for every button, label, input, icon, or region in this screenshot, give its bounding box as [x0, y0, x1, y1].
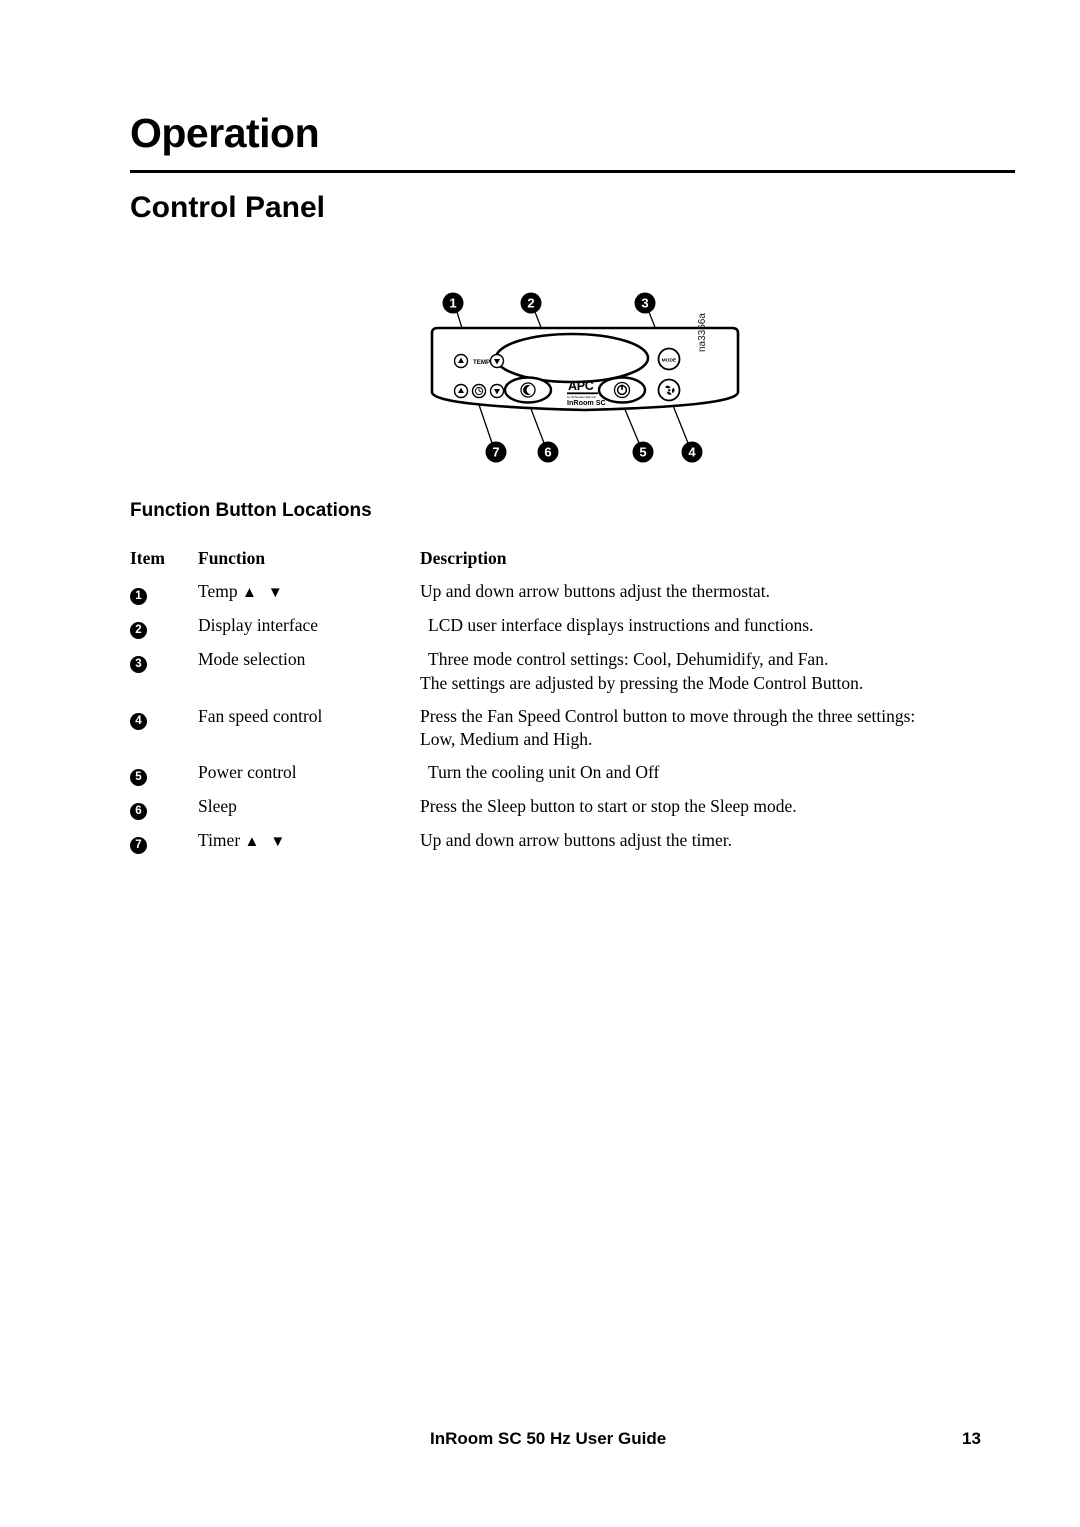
- table-cell-item: 5: [130, 761, 198, 795]
- table-row: 6 Sleep Press the Sleep button to start or…: [130, 795, 1010, 829]
- sleep-button: [503, 376, 553, 404]
- page-title: Operation: [130, 110, 320, 156]
- item-number-badge: 7: [130, 837, 147, 855]
- mode-selection-button: MODE: [657, 347, 681, 371]
- table-cell-function: Display interface: [198, 614, 420, 648]
- heading-divider: [130, 170, 1015, 173]
- arrow-up-icon: ▲: [241, 585, 257, 601]
- callout-7: 7: [485, 441, 507, 463]
- table-header-row: Item Function Description: [130, 548, 1010, 580]
- callout-5: 5: [632, 441, 654, 463]
- table-cell-function: Power control: [198, 761, 420, 795]
- table-cell-description: Three mode control settings: Cool, Dehum…: [420, 648, 1010, 705]
- apc-logo-text: APC: [568, 379, 594, 393]
- function-button-table: Item Function Description 1 Temp ▲ ▼ Up and…: [130, 548, 1010, 863]
- function-label: Display interface: [198, 615, 319, 635]
- product-name-text: InRoom SC: [567, 398, 606, 407]
- arrow-down-icon: ▼: [270, 834, 286, 851]
- callout-4: 4: [681, 441, 703, 463]
- function-label: Mode selection: [198, 649, 306, 669]
- svg-text:1: 1: [449, 295, 456, 310]
- table-cell-description: LCD user interface displays instructions…: [420, 614, 1010, 648]
- item-number-badge: 1: [130, 588, 147, 605]
- table-cell-description: Press the Fan Speed Control button to mo…: [420, 705, 1010, 762]
- table-cell-item: 4: [130, 705, 198, 762]
- description-line: Press the Fan Speed Control button to mo…: [420, 705, 916, 726]
- arrow-down-icon: ▼: [267, 585, 283, 601]
- arrow-pair: ▲ ▼: [238, 581, 283, 601]
- svg-text:3: 3: [641, 295, 648, 310]
- arrow-up-icon: ▲: [244, 834, 260, 851]
- description-line: LCD user interface displays instructions…: [428, 615, 814, 635]
- function-label: Power control: [198, 762, 297, 783]
- column-header-item: Item: [130, 548, 165, 568]
- item-number-badge: 2: [130, 622, 147, 639]
- callout-1: 1: [442, 292, 464, 314]
- column-header-function: Function: [198, 548, 266, 568]
- display-interface: [494, 332, 650, 384]
- description-line: Up and down arrow buttons adjust the tim…: [420, 830, 733, 851]
- function-label: Fan speed control: [198, 705, 323, 726]
- description-line: Up and down arrow buttons adjust the the…: [420, 581, 770, 601]
- svg-text:4: 4: [688, 444, 696, 459]
- figure-reference-code: na3366a: [697, 313, 708, 352]
- svg-text:6: 6: [544, 444, 551, 459]
- table-row: 3 Mode selection Three mode control settin…: [130, 648, 1010, 705]
- column-header-description: Description: [420, 548, 507, 568]
- table-cell-item: 1: [130, 580, 198, 614]
- description-line: The settings are adjusted by pressing th…: [420, 672, 864, 693]
- item-number-badge: 3: [130, 656, 147, 673]
- power-control-button: [597, 376, 647, 404]
- fan-speed-control-button: [657, 378, 681, 402]
- item-number-badge: 5: [130, 769, 147, 787]
- table-row: 7 Timer ▲ ▼ Up and down arrow buttons adjus…: [130, 829, 1010, 863]
- footer-guide-title: InRoom SC 50 Hz User Guide: [430, 1429, 667, 1448]
- callout-6: 6: [537, 441, 559, 463]
- table-cell-function: Sleep: [198, 795, 420, 829]
- table-cell-function: Mode selection: [198, 648, 420, 705]
- description-line: Low, Medium and High.: [420, 729, 593, 750]
- table-cell-description: Press the Sleep button to start or stop …: [420, 795, 1010, 829]
- table-cell-description: Up and down arrow buttons adjust the tim…: [420, 829, 1010, 863]
- item-number-badge: 4: [130, 712, 147, 730]
- table-cell-description: Turn the cooling unit On and Off: [420, 761, 1010, 795]
- subsection-heading: Function Button Locations: [130, 500, 372, 521]
- description-line: Press the Sleep button to start or stop …: [420, 796, 797, 817]
- function-label: Temp: [198, 581, 238, 601]
- table-cell-item: 6: [130, 795, 198, 829]
- table-cell-item: 2: [130, 614, 198, 648]
- description-line: Turn the cooling unit On and Off: [428, 762, 660, 783]
- document-page: Operation Control Panel TEMP APC by Schn…: [0, 0, 1080, 1527]
- table-cell-function: Fan speed control: [198, 705, 420, 762]
- description-line: Three mode control settings: Cool, Dehum…: [428, 649, 829, 669]
- section-heading: Control Panel: [130, 191, 326, 224]
- svg-text:5: 5: [639, 444, 646, 459]
- svg-text:2: 2: [527, 295, 534, 310]
- temp-label: TEMP: [473, 359, 490, 366]
- table-row: 1 Temp ▲ ▼ Up and down arrow buttons adjust…: [130, 580, 1010, 614]
- item-number-badge: 6: [130, 803, 147, 821]
- table-cell-item: 7: [130, 829, 198, 863]
- callout-3: 3: [634, 292, 656, 314]
- table-cell-function: Temp ▲ ▼: [198, 580, 420, 614]
- table-row: 5 Power control Turn the cooling unit On a…: [130, 761, 1010, 795]
- table-cell-item: 3: [130, 648, 198, 705]
- svg-text:7: 7: [492, 444, 499, 459]
- table-row: 2 Display interface LCD user interface dis…: [130, 614, 1010, 648]
- function-label: Sleep: [198, 796, 237, 817]
- footer-page-number: 13: [962, 1429, 981, 1448]
- function-label: Timer: [198, 830, 241, 851]
- table-row: 4 Fan speed control Press the Fan Speed Co…: [130, 705, 1010, 762]
- table-cell-description: Up and down arrow buttons adjust the the…: [420, 580, 1010, 614]
- mode-label: MODE: [662, 357, 677, 363]
- table-cell-function: Timer ▲ ▼: [198, 829, 420, 863]
- table-body: 1 Temp ▲ ▼ Up and down arrow buttons adjust…: [130, 580, 1010, 863]
- arrow-pair: ▲ ▼: [240, 830, 286, 851]
- timer-arrow-buttons: [453, 383, 505, 399]
- callout-2: 2: [520, 292, 542, 314]
